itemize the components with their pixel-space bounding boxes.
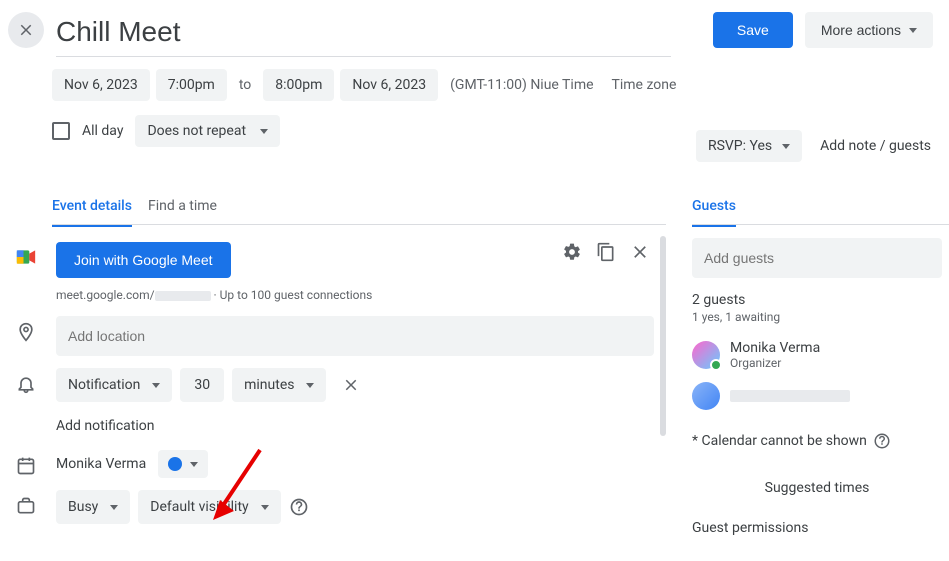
start-time-chip[interactable]: 7:00pm xyxy=(156,69,227,101)
all-day-label: All day xyxy=(82,123,123,139)
location-input[interactable] xyxy=(56,316,654,356)
join-google-meet-button[interactable]: Join with Google Meet xyxy=(56,242,231,278)
meet-link-text: meet.google.com/ · Up to 100 guest conne… xyxy=(8,284,666,310)
notification-unit-select[interactable]: minutes xyxy=(232,368,326,402)
to-label: to xyxy=(233,77,257,93)
warning-help-icon[interactable] xyxy=(873,432,891,450)
divider xyxy=(52,224,666,225)
location-icon xyxy=(8,316,44,342)
repeat-select[interactable]: Does not repeat xyxy=(135,115,280,147)
bell-icon xyxy=(8,368,44,394)
visibility-help-icon[interactable] xyxy=(289,497,309,517)
tab-event-details[interactable]: Event details xyxy=(52,198,132,227)
tab-guests[interactable]: Guests xyxy=(692,198,736,227)
guest-role: Organizer xyxy=(730,356,820,370)
visibility-select[interactable]: Default visibility xyxy=(138,490,280,524)
scrollbar[interactable] xyxy=(660,236,666,436)
guest-item-organizer[interactable]: Monika Verma Organizer xyxy=(692,334,942,376)
chevron-down-icon xyxy=(152,383,160,388)
tab-find-a-time[interactable]: Find a time xyxy=(148,198,217,227)
notification-type-select[interactable]: Notification xyxy=(56,368,172,402)
availability-value: Busy xyxy=(68,499,98,515)
rsvp-select[interactable]: RSVP: Yes xyxy=(696,130,802,162)
remove-notification-button[interactable] xyxy=(334,376,368,394)
notification-value-input[interactable]: 30 xyxy=(180,368,224,402)
more-actions-button[interactable]: More actions xyxy=(805,12,933,48)
calendar-icon xyxy=(8,450,44,476)
color-dot xyxy=(168,457,182,471)
end-time-chip[interactable]: 8:00pm xyxy=(263,69,334,101)
chevron-down-icon xyxy=(782,144,790,149)
close-icon xyxy=(17,21,35,39)
chevron-down-icon xyxy=(909,28,917,33)
divider xyxy=(692,224,949,225)
gear-icon[interactable] xyxy=(562,242,582,262)
suggested-times-link[interactable]: Suggested times xyxy=(692,460,942,516)
end-date-chip[interactable]: Nov 6, 2023 xyxy=(340,69,438,101)
guest-permissions-heading: Guest permissions xyxy=(692,516,942,536)
start-date-chip[interactable]: Nov 6, 2023 xyxy=(52,69,150,101)
meet-icon xyxy=(8,242,44,266)
add-guests-input[interactable] xyxy=(692,238,942,278)
chevron-down-icon xyxy=(306,383,314,388)
repeat-value: Does not repeat xyxy=(147,123,246,139)
notification-unit-value: minutes xyxy=(244,377,294,393)
briefcase-icon xyxy=(8,490,44,516)
calendar-warning-text: * Calendar cannot be shown xyxy=(692,433,867,449)
more-actions-label: More actions xyxy=(821,22,901,38)
notification-type-value: Notification xyxy=(68,377,140,393)
chevron-down-icon xyxy=(110,505,118,510)
copy-icon[interactable] xyxy=(596,242,616,262)
guest-name: Monika Verma xyxy=(730,340,820,356)
calendar-owner-name: Monika Verma xyxy=(56,456,146,472)
timezone-link[interactable]: Time zone xyxy=(606,77,677,93)
close-button[interactable] xyxy=(8,12,44,48)
all-day-checkbox[interactable] xyxy=(52,122,70,140)
chevron-down-icon xyxy=(190,462,198,467)
avatar xyxy=(692,382,720,410)
add-note-link[interactable]: Add note / guests xyxy=(820,138,931,154)
redacted xyxy=(155,291,211,301)
event-title-input[interactable] xyxy=(56,12,671,57)
remove-meet-icon[interactable] xyxy=(630,242,650,262)
chevron-down-icon xyxy=(260,129,268,134)
chevron-down-icon xyxy=(261,505,269,510)
guest-status-summary: 1 yes, 1 awaiting xyxy=(692,310,942,334)
close-icon xyxy=(342,376,360,394)
redacted xyxy=(730,390,850,402)
add-notification-link[interactable]: Add notification xyxy=(8,408,666,444)
timezone-text: (GMT-11:00) Niue Time xyxy=(444,77,599,93)
check-icon xyxy=(710,359,722,371)
visibility-value: Default visibility xyxy=(150,499,248,515)
guest-count: 2 guests xyxy=(692,278,942,310)
rsvp-value: RSVP: Yes xyxy=(708,138,772,154)
save-button[interactable]: Save xyxy=(713,12,793,48)
availability-select[interactable]: Busy xyxy=(56,490,130,524)
avatar xyxy=(692,341,720,369)
calendar-color-select[interactable] xyxy=(158,450,208,478)
guest-item[interactable] xyxy=(692,376,942,416)
